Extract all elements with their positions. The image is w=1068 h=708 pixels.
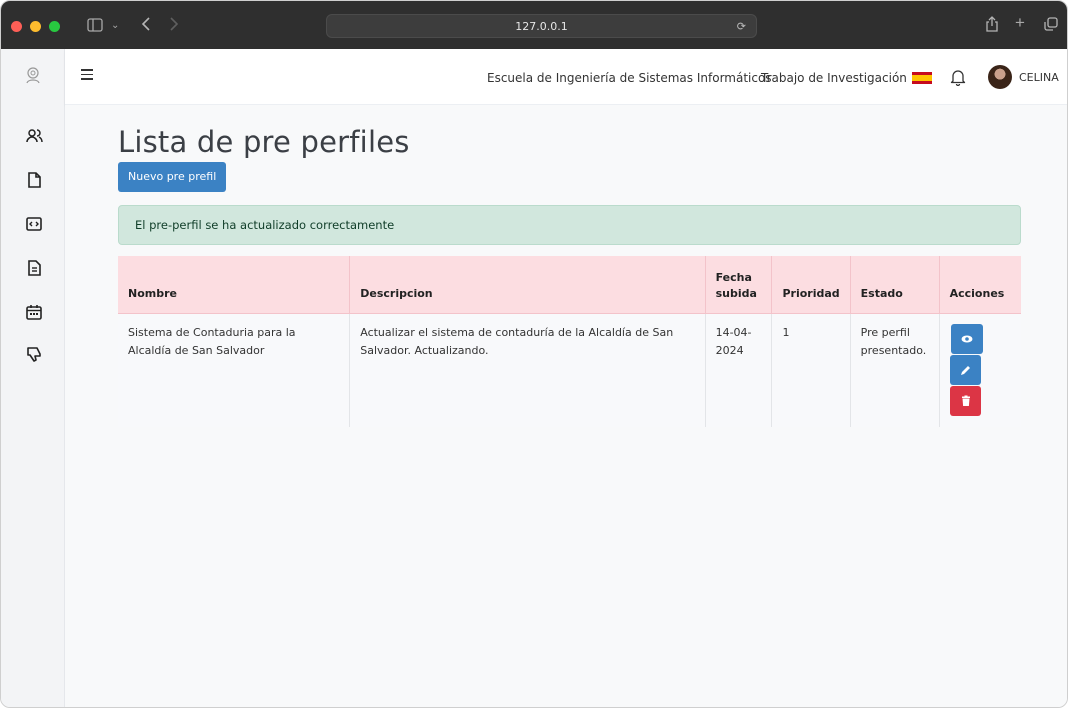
document-icon[interactable]	[25, 259, 43, 277]
cell-fecha: 14-04- 2024	[705, 313, 773, 427]
header-fecha-line1: Fecha	[715, 270, 752, 284]
page-title: Lista de pre perfiles	[118, 125, 410, 159]
spain-flag-icon[interactable]	[912, 72, 932, 84]
header-fecha-subida: Fecha subida	[705, 256, 773, 314]
header-prioridad: Prioridad	[771, 256, 851, 314]
cell-prioridad: 1	[771, 313, 851, 427]
cell-acciones	[939, 313, 1021, 427]
logo-icon[interactable]	[23, 65, 43, 85]
bell-icon[interactable]	[950, 68, 966, 87]
header-fecha-line2: subida	[715, 287, 757, 300]
success-alert: El pre-perfil se ha actualizado correcta…	[118, 205, 1021, 245]
main-content: Lista de pre perfiles Nuevo pre prefil E…	[65, 105, 1067, 707]
edit-button[interactable]	[949, 354, 981, 385]
cell-descripcion: Actualizar el sistema de contaduría de l…	[349, 313, 706, 427]
cell-estado: Pre perfil presentado.	[850, 313, 940, 427]
school-link[interactable]: Escuela de Ingeniería de Sistemas Inform…	[487, 71, 772, 85]
chevron-down-icon[interactable]: ⌄	[111, 19, 119, 33]
delete-button[interactable]	[949, 385, 981, 416]
tabs-overview-icon[interactable]	[1044, 17, 1058, 33]
table-header-row: Nombre Descripcion Fecha subida Prioridad…	[118, 256, 1021, 314]
maximize-window-button[interactable]	[49, 21, 60, 32]
thumbs-down-icon[interactable]	[25, 345, 43, 363]
calendar-icon[interactable]	[25, 303, 43, 321]
window-controls	[11, 21, 60, 32]
top-navbar: Escuela de Ingeniería de Sistemas Inform…	[65, 49, 1067, 105]
new-tab-icon[interactable]: +	[1015, 14, 1025, 31]
share-icon[interactable]	[985, 16, 999, 34]
address-bar[interactable]: 127.0.0.1 ⟳	[326, 14, 757, 38]
cell-nombre: Sistema de Contaduria para la Alcaldía d…	[118, 313, 351, 427]
eye-icon	[961, 335, 973, 342]
translate-reload-icon[interactable]: ⟳	[737, 20, 746, 33]
table-row: Sistema de Contaduria para la Alcaldía d…	[118, 313, 1021, 427]
cell-fecha-line2: 2024	[715, 343, 744, 357]
users-icon[interactable]	[25, 127, 43, 145]
new-pre-profile-button[interactable]: Nuevo pre prefil	[118, 162, 227, 192]
header-nombre: Nombre	[118, 256, 351, 314]
view-button[interactable]	[950, 323, 983, 354]
sidebar-toggle-icon[interactable]	[87, 18, 103, 34]
header-descripcion: Descripcion	[349, 256, 706, 314]
code-window-icon[interactable]	[25, 215, 43, 233]
browser-window: ⌄ 127.0.0.1 ⟳ + Escuela de Ingeniería de…	[0, 0, 1068, 708]
browser-toolbar: ⌄ 127.0.0.1 ⟳ +	[1, 1, 1067, 49]
user-name[interactable]: CELINA	[1019, 71, 1059, 84]
trash-icon	[961, 395, 970, 406]
cell-fecha-line1: 14-04-	[715, 325, 752, 339]
pre-profiles-table: Nombre Descripcion Fecha subida Prioridad…	[118, 256, 1021, 427]
menu-toggle-icon[interactable]	[81, 69, 93, 81]
file-icon[interactable]	[25, 171, 43, 189]
forward-icon[interactable]	[169, 17, 179, 33]
icon-sidebar	[1, 49, 65, 707]
header-estado: Estado	[850, 256, 940, 314]
back-icon[interactable]	[141, 17, 151, 33]
header-acciones: Acciones	[939, 256, 1021, 314]
pencil-icon	[960, 365, 970, 375]
user-avatar[interactable]	[988, 65, 1012, 89]
minimize-window-button[interactable]	[30, 21, 41, 32]
project-link[interactable]: Trabajo de Investigación	[761, 71, 907, 85]
url-text: 127.0.0.1	[515, 20, 568, 33]
close-window-button[interactable]	[11, 21, 22, 32]
